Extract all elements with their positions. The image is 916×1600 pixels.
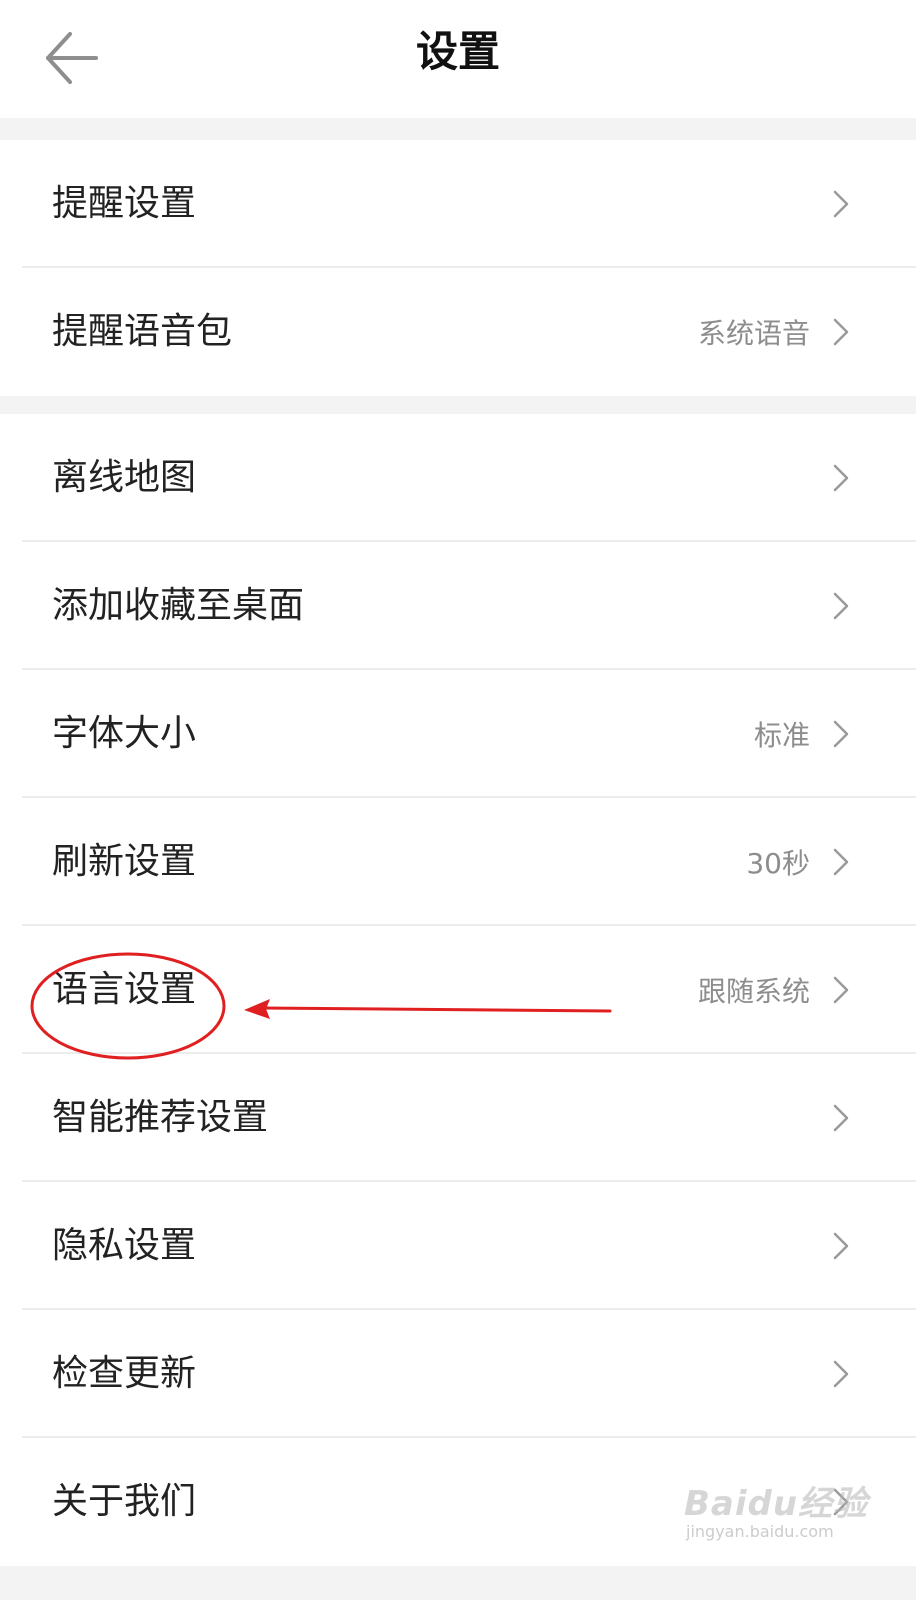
settings-row-privacy[interactable]: 隐私设置 xyxy=(0,1182,916,1310)
row-label: 隐私设置 xyxy=(52,1225,197,1266)
row-label: 字体大小 xyxy=(52,713,197,754)
row-label: 提醒语音包 xyxy=(52,311,233,352)
settings-row-check-update[interactable]: 检查更新 xyxy=(0,1310,916,1438)
row-label: 关于我们 xyxy=(52,1481,197,1522)
row-label: 检查更新 xyxy=(52,1353,197,1394)
chevron-right-icon xyxy=(833,464,849,492)
settings-row-voice-pack[interactable]: 提醒语音包 系统语音 xyxy=(0,268,916,396)
chevron-right-icon xyxy=(833,1104,849,1132)
chevron-right-icon xyxy=(833,1360,849,1388)
settings-row-smart-recommend[interactable]: 智能推荐设置 xyxy=(0,1054,916,1182)
row-label: 语言设置 xyxy=(52,969,197,1010)
chevron-right-icon xyxy=(833,976,849,1004)
settings-row-language[interactable]: 语言设置 跟随系统 xyxy=(0,926,916,1054)
chevron-right-icon xyxy=(833,318,849,346)
row-value: 跟随系统 xyxy=(697,975,810,1008)
settings-row-about-us[interactable]: 关于我们 xyxy=(0,1438,916,1566)
chevron-right-icon xyxy=(833,592,849,620)
chevron-right-icon xyxy=(833,190,849,218)
row-value: 标准 xyxy=(753,719,810,752)
row-value: 30秒 xyxy=(746,847,810,880)
row-label: 离线地图 xyxy=(52,457,197,498)
row-label: 提醒设置 xyxy=(52,183,197,224)
chevron-right-icon xyxy=(833,1488,849,1516)
settings-group-notifications: 提醒设置 提醒语音包 系统语音 xyxy=(0,140,916,396)
page-title: 设置 xyxy=(415,27,500,76)
chevron-right-icon xyxy=(833,720,849,748)
row-value: 系统语音 xyxy=(697,317,810,350)
settings-row-reminder[interactable]: 提醒设置 xyxy=(0,140,916,268)
row-label: 添加收藏至桌面 xyxy=(52,585,305,626)
settings-row-font-size[interactable]: 字体大小 标准 xyxy=(0,670,916,798)
chevron-right-icon xyxy=(833,1232,849,1260)
settings-group-general: 离线地图 添加收藏至桌面 字体大小 标准 刷新设置 30秒 语言设置 跟随系统 … xyxy=(0,414,916,1566)
settings-row-refresh[interactable]: 刷新设置 30秒 xyxy=(0,798,916,926)
row-label: 智能推荐设置 xyxy=(52,1097,269,1138)
settings-row-add-favorites-desktop[interactable]: 添加收藏至桌面 xyxy=(0,542,916,670)
top-bar: 设置 xyxy=(0,0,916,118)
settings-row-offline-map[interactable]: 离线地图 xyxy=(0,414,916,542)
chevron-right-icon xyxy=(833,848,849,876)
row-label: 刷新设置 xyxy=(52,841,197,882)
